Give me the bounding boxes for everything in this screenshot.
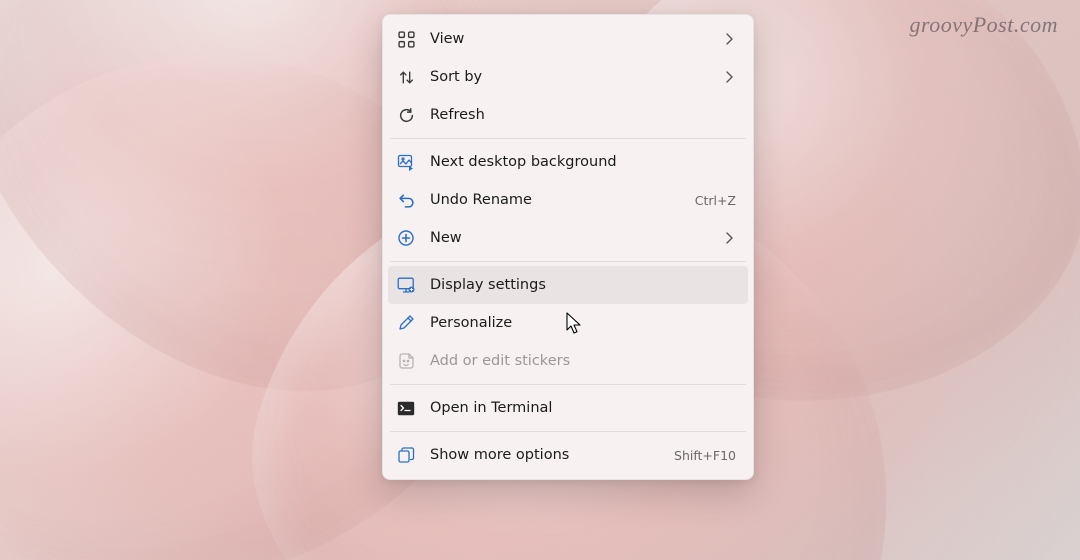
personalize-icon — [396, 313, 416, 333]
menu-item-label: Next desktop background — [430, 154, 736, 170]
stickers-icon — [396, 351, 416, 371]
menu-item-refresh[interactable]: Refresh — [388, 96, 748, 134]
refresh-icon — [396, 105, 416, 125]
menu-item-shortcut: Shift+F10 — [674, 448, 736, 463]
menu-separator — [390, 384, 746, 385]
menu-item-new[interactable]: New — [388, 219, 748, 257]
display-icon — [396, 275, 416, 295]
menu-item-label: Show more options — [430, 447, 660, 463]
more-options-icon — [396, 445, 416, 465]
menu-item-label: Display settings — [430, 277, 736, 293]
terminal-icon — [396, 398, 416, 418]
chevron-right-icon — [722, 33, 736, 45]
menu-item-open-terminal[interactable]: Open in Terminal — [388, 389, 748, 427]
menu-item-undo-rename[interactable]: Undo Rename Ctrl+Z — [388, 181, 748, 219]
chevron-right-icon — [722, 71, 736, 83]
menu-item-label: Add or edit stickers — [430, 353, 736, 369]
menu-item-personalize[interactable]: Personalize — [388, 304, 748, 342]
menu-separator — [390, 138, 746, 139]
menu-item-show-more-options[interactable]: Show more options Shift+F10 — [388, 436, 748, 474]
menu-item-add-stickers: Add or edit stickers — [388, 342, 748, 380]
menu-item-label: New — [430, 230, 708, 246]
menu-item-label: Refresh — [430, 107, 736, 123]
new-icon — [396, 228, 416, 248]
undo-icon — [396, 190, 416, 210]
menu-item-label: Open in Terminal — [430, 400, 736, 416]
grid-icon — [396, 29, 416, 49]
menu-item-sort-by[interactable]: Sort by — [388, 58, 748, 96]
menu-item-label: View — [430, 31, 708, 47]
next-bg-icon — [396, 152, 416, 172]
menu-item-display-settings[interactable]: Display settings — [388, 266, 748, 304]
watermark-text: groovyPost.com — [909, 12, 1058, 38]
sort-icon — [396, 67, 416, 87]
menu-item-label: Personalize — [430, 315, 736, 331]
menu-separator — [390, 261, 746, 262]
menu-separator — [390, 431, 746, 432]
chevron-right-icon — [722, 232, 736, 244]
menu-item-shortcut: Ctrl+Z — [695, 193, 736, 208]
menu-item-view[interactable]: View — [388, 20, 748, 58]
menu-item-next-desktop-background[interactable]: Next desktop background — [388, 143, 748, 181]
menu-item-label: Sort by — [430, 69, 708, 85]
menu-item-label: Undo Rename — [430, 192, 681, 208]
desktop-context-menu: View Sort by Refresh Next desktop backgr… — [382, 14, 754, 480]
